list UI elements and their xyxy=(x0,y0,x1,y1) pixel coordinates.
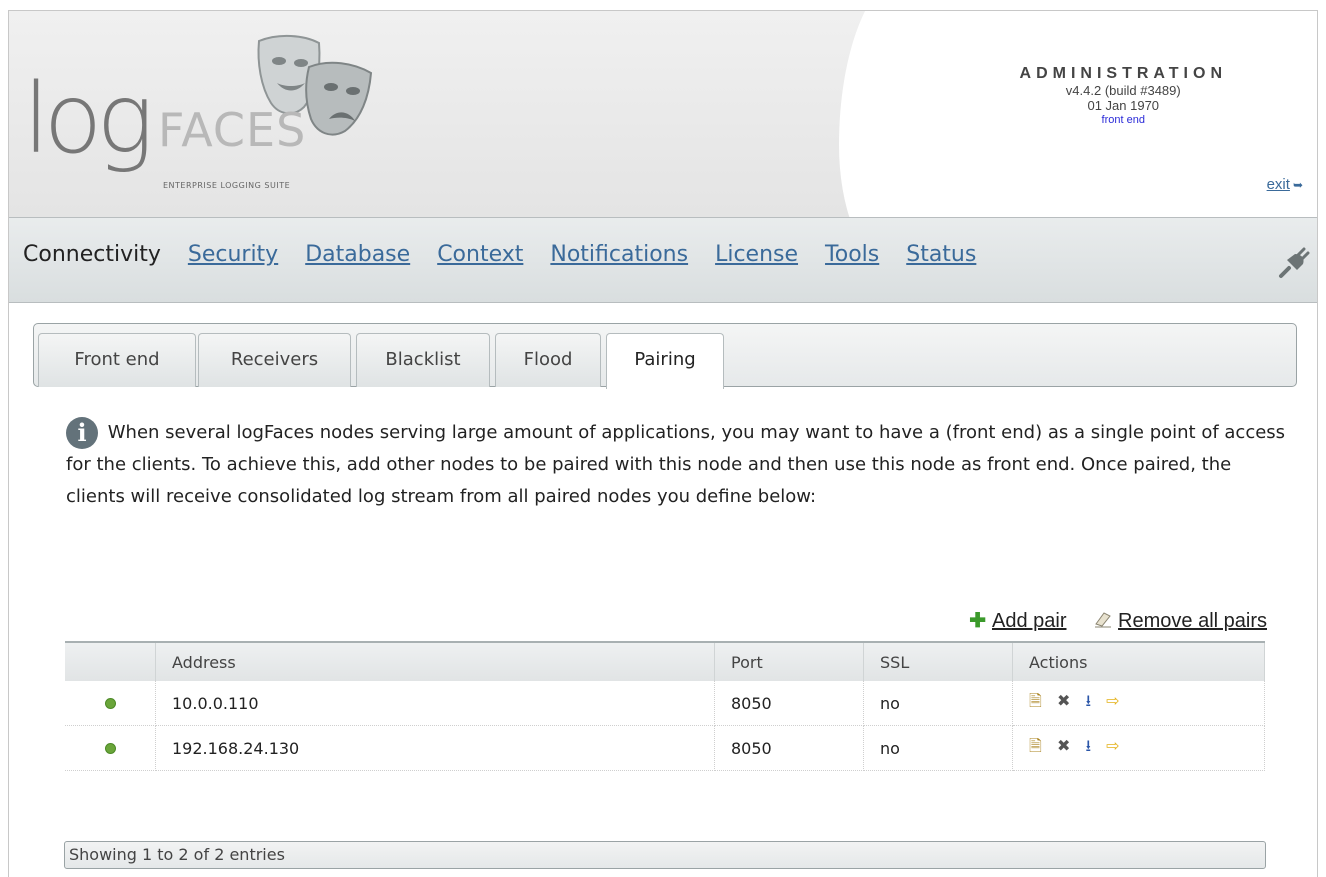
pairs-table: Address Port SSL Actions 10.0.0.110 8050… xyxy=(65,641,1265,771)
status-online-icon xyxy=(104,742,116,754)
date-text: 01 Jan 1970 xyxy=(1087,98,1160,113)
exit-link[interactable]: exit ➥ xyxy=(1267,176,1303,193)
nav-item-connectivity: Connectivity xyxy=(23,242,161,267)
pairing-description: i When several logFaces nodes serving la… xyxy=(66,417,1286,507)
admin-title: ADMINISTRATION xyxy=(1019,65,1227,82)
port-cell: 8050 xyxy=(714,725,864,771)
nav-item-notifications[interactable]: Notifications xyxy=(550,242,688,267)
col-status xyxy=(65,641,156,681)
version-text: v4.4.2 (build #3489) xyxy=(1065,83,1181,98)
plug-icon xyxy=(1277,246,1311,284)
main-nav: Connectivity Security Database Context N… xyxy=(9,217,1317,303)
delete-icon[interactable]: ✖ xyxy=(1057,691,1070,710)
properties-icon[interactable]: 🗎 xyxy=(1029,735,1042,762)
import-icon[interactable]: ⭳ xyxy=(1085,735,1091,762)
mode-text: front end xyxy=(1101,114,1145,126)
table-info-footer: Showing 1 to 2 of 2 entries xyxy=(64,841,1266,869)
import-icon[interactable]: ⭳ xyxy=(1085,690,1091,717)
tab-flood[interactable]: Flood xyxy=(495,333,601,387)
tab-bar: Front end Receivers Blacklist Flood Pair… xyxy=(33,323,1297,389)
table-row[interactable]: 10.0.0.110 8050 no 🗎 ✖ ⭳ ⇨ xyxy=(65,681,1265,726)
nav-item-status[interactable]: Status xyxy=(906,242,976,267)
tab-receivers[interactable]: Receivers xyxy=(198,333,351,387)
tab-blacklist[interactable]: Blacklist xyxy=(356,333,490,387)
status-cell xyxy=(65,681,156,726)
nav-item-database[interactable]: Database xyxy=(305,242,410,267)
status-online-icon xyxy=(104,697,116,709)
tab-front-end[interactable]: Front end xyxy=(38,333,196,387)
nav-item-tools[interactable]: Tools xyxy=(825,242,879,267)
nav-item-license[interactable]: License xyxy=(715,242,798,267)
add-pair-link[interactable]: Add pair xyxy=(992,610,1067,632)
table-row[interactable]: 192.168.24.130 8050 no 🗎 ✖ ⭳ ⇨ xyxy=(65,725,1265,771)
col-address[interactable]: Address xyxy=(155,641,715,681)
address-cell: 192.168.24.130 xyxy=(155,725,715,771)
actions-cell: 🗎 ✖ ⭳ ⇨ xyxy=(1012,725,1265,771)
ssl-cell: no xyxy=(863,725,1013,771)
table-header: Address Port SSL Actions xyxy=(65,641,1265,681)
eraser-icon xyxy=(1094,610,1112,634)
col-port[interactable]: Port xyxy=(714,641,864,681)
address-cell: 10.0.0.110 xyxy=(155,681,715,726)
exit-icon: ➥ xyxy=(1292,178,1303,192)
admin-info: ADMINISTRATION v4.4.2 (build #3489) 01 J… xyxy=(1020,65,1227,127)
tab-pairing[interactable]: Pairing xyxy=(606,333,724,389)
remove-all-pairs-link[interactable]: Remove all pairs xyxy=(1118,610,1267,632)
delete-icon[interactable]: ✖ xyxy=(1057,736,1070,755)
properties-icon[interactable]: 🗎 xyxy=(1029,690,1042,717)
col-ssl[interactable]: SSL xyxy=(863,641,1013,681)
info-icon: i xyxy=(66,417,98,449)
port-cell: 8050 xyxy=(714,681,864,726)
actions-cell: 🗎 ✖ ⭳ ⇨ xyxy=(1012,681,1265,726)
go-icon[interactable]: ⇨ xyxy=(1106,691,1119,710)
header: log FACES ENTERPRISE LOGGING SUITE ADMIN… xyxy=(9,11,1317,217)
status-cell xyxy=(65,725,156,771)
ssl-cell: no xyxy=(863,681,1013,726)
add-icon: ✚ xyxy=(969,610,986,632)
nav-item-security[interactable]: Security xyxy=(188,242,278,267)
go-icon[interactable]: ⇨ xyxy=(1106,736,1119,755)
nav-item-context[interactable]: Context xyxy=(437,242,523,267)
table-actions: ✚ Add pair Remove all pairs xyxy=(969,608,1267,634)
col-actions: Actions xyxy=(1012,641,1265,681)
